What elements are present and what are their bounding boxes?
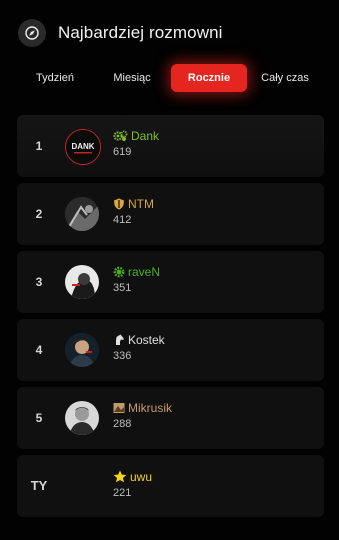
- user-name[interactable]: NTM: [128, 197, 154, 211]
- tab-rocznie[interactable]: Rocznie: [171, 64, 247, 92]
- tab-tydzien[interactable]: Tydzień: [26, 64, 84, 92]
- leaderboard-row-5[interactable]: 5 Mikrusik 288: [17, 387, 324, 449]
- message-count: 412: [113, 214, 132, 226]
- message-count: 351: [113, 282, 132, 294]
- message-count: 336: [113, 350, 132, 362]
- user-name[interactable]: Mikrusik: [128, 401, 172, 415]
- message-count: 221: [113, 487, 132, 499]
- rank-label: 5: [35, 411, 43, 425]
- leaderboard-row-2[interactable]: 2 NTM 412: [17, 183, 324, 245]
- user-name[interactable]: Dank: [131, 129, 159, 143]
- header: Najbardziej rozmowni: [18, 17, 223, 49]
- rank-label: 2: [35, 207, 43, 221]
- avatar[interactable]: [65, 265, 99, 299]
- rank-label: TY: [30, 478, 48, 493]
- avatar[interactable]: [65, 333, 99, 367]
- rank-label: 1: [35, 139, 43, 153]
- gears-icon: [113, 130, 128, 141]
- user-name[interactable]: uwu: [130, 470, 152, 484]
- tab-caly-czas[interactable]: Cały czas: [252, 64, 318, 92]
- star-icon: [113, 470, 127, 483]
- avatar[interactable]: [65, 401, 99, 435]
- avatar-text: DANK: [71, 142, 94, 151]
- rank-label: 4: [35, 343, 43, 357]
- gear-icon: [113, 266, 125, 277]
- page-title: Najbardziej rozmowni: [58, 23, 223, 42]
- user-name[interactable]: raveN: [128, 265, 160, 279]
- compass-icon[interactable]: [18, 19, 46, 47]
- horse-head-icon: [116, 334, 124, 345]
- user-name[interactable]: Kostek: [128, 333, 165, 347]
- message-count: 619: [113, 146, 132, 158]
- message-count: 288: [113, 418, 132, 430]
- leaderboard-row-4[interactable]: 4 Kostek 336: [17, 319, 324, 381]
- rank-label: 3: [35, 275, 43, 289]
- avatar[interactable]: [65, 197, 99, 231]
- leaderboard-row-1[interactable]: 1 DANK Dank 619: [17, 115, 324, 177]
- leaderboard-row-self[interactable]: TY uwu 221: [17, 455, 324, 517]
- avatar[interactable]: DANK: [65, 129, 101, 165]
- leaderboard-row-3[interactable]: 3 raveN 351: [17, 251, 324, 313]
- image-badge-icon: [113, 402, 125, 413]
- period-tabs: Tydzień Miesiąc Rocznie Cały czas: [0, 64, 339, 94]
- shield-icon: [114, 198, 124, 209]
- tab-miesiac[interactable]: Miesiąc: [104, 64, 160, 92]
